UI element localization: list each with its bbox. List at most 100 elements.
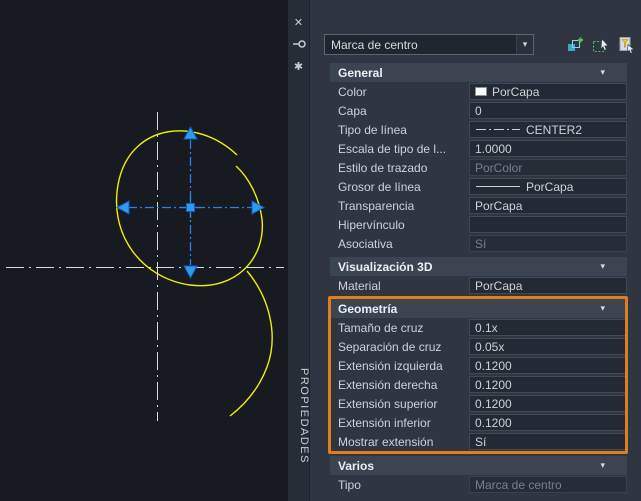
close-icon[interactable]: ✕ bbox=[291, 14, 307, 30]
autocad-window: ✕ ✱ PROPIEDADES Marca de centro ▾ Genera… bbox=[0, 0, 641, 501]
property-value-material[interactable]: PorCapa bbox=[469, 277, 627, 294]
section-title: Varios bbox=[338, 458, 375, 473]
properties-palette: ✕ ✱ PROPIEDADES Marca de centro ▾ Genera… bbox=[288, 0, 641, 501]
property-row-asociativa: Asociativa Sí bbox=[330, 234, 627, 253]
property-row-material: Material PorCapa bbox=[330, 276, 627, 295]
section-geometria: Geometría ▾ Tamaño de cruz 0.1x Separación d… bbox=[330, 299, 627, 451]
property-label: Extensión superior bbox=[338, 396, 438, 411]
property-value-estilo-de-trazado: PorColor bbox=[469, 159, 627, 176]
chevron-down-icon[interactable]: ▾ bbox=[600, 67, 619, 78]
linetype-preview bbox=[476, 129, 520, 130]
property-value-extension-izquierda[interactable]: 0.1200 bbox=[469, 357, 627, 374]
property-value-text: PorCapa bbox=[475, 198, 523, 213]
property-value-text: 0.1200 bbox=[475, 377, 512, 392]
pin-icon bbox=[292, 40, 306, 48]
property-row-transparencia: Transparencia PorCapa bbox=[330, 196, 627, 215]
property-label: Capa bbox=[338, 103, 367, 118]
section-header-geometria[interactable]: Geometría ▾ bbox=[330, 299, 627, 318]
property-value-text: 0.1x bbox=[475, 320, 498, 335]
section-header-varios[interactable]: Varios ▾ bbox=[330, 456, 627, 475]
property-row-capa: Capa 0 bbox=[330, 101, 627, 120]
property-value-mostrar-extension[interactable]: Sí bbox=[469, 433, 627, 450]
property-value-text: 0 bbox=[475, 103, 482, 118]
property-value-extension-inferior[interactable]: 0.1200 bbox=[469, 414, 627, 431]
property-row-estilo-de-trazado: Estilo de trazado PorColor bbox=[330, 158, 627, 177]
property-label: Tamaño de cruz bbox=[338, 320, 424, 335]
property-label: Asociativa bbox=[338, 236, 393, 251]
property-value-text: PorCapa bbox=[492, 84, 540, 99]
toggle-pickadd-button[interactable] bbox=[565, 35, 585, 55]
section-header-visualizacion-3d[interactable]: Visualización 3D ▾ bbox=[330, 257, 627, 276]
property-value-color[interactable]: PorCapa bbox=[469, 83, 627, 100]
property-label: Hipervínculo bbox=[338, 217, 405, 232]
property-row-tipo-de-linea: Tipo de línea CENTER2 bbox=[330, 120, 627, 139]
property-label: Material bbox=[338, 278, 381, 293]
section-header-general[interactable]: General ▾ bbox=[330, 63, 627, 82]
property-row-color: Color PorCapa bbox=[330, 82, 627, 101]
property-value-text: CENTER2 bbox=[526, 122, 583, 137]
property-value-separacion-de-cruz[interactable]: 0.05x bbox=[469, 338, 627, 355]
property-label: Extensión izquierda bbox=[338, 358, 443, 373]
palette-title: PROPIEDADES bbox=[298, 368, 310, 464]
property-row-hipervinculo: Hipervínculo bbox=[330, 215, 627, 234]
property-value-tipo: Marca de centro bbox=[469, 476, 627, 493]
object-type-value: Marca de centro bbox=[331, 37, 418, 52]
property-value-text: PorCapa bbox=[475, 278, 523, 293]
auto-hide-pin-icon[interactable] bbox=[291, 36, 307, 52]
property-value-text: Sí bbox=[475, 434, 487, 449]
chevron-down-icon[interactable]: ▾ bbox=[600, 460, 619, 471]
property-value-text: Sí bbox=[475, 236, 487, 251]
property-value-text: 0.1200 bbox=[475, 415, 512, 430]
drawing-canvas[interactable] bbox=[0, 0, 288, 501]
property-label: Escala de tipo de l... bbox=[338, 141, 447, 156]
property-value-escala-de-tipo-de-l[interactable]: 1.0000 bbox=[469, 140, 627, 157]
quick-select-button[interactable] bbox=[617, 35, 637, 55]
section-varios: Varios ▾ Tipo Marca de centro bbox=[330, 456, 627, 494]
property-value-extension-superior[interactable]: 0.1200 bbox=[469, 395, 627, 412]
property-value-text: Marca de centro bbox=[475, 477, 562, 492]
property-value-transparencia[interactable]: PorCapa bbox=[469, 197, 627, 214]
property-value-tipo-de-linea[interactable]: CENTER2 bbox=[469, 121, 627, 138]
property-label: Extensión derecha bbox=[338, 377, 438, 392]
property-row-grosor-de-linea: Grosor de línea PorCapa bbox=[330, 177, 627, 196]
property-label: Estilo de trazado bbox=[338, 160, 428, 175]
property-value-text: PorColor bbox=[475, 160, 523, 175]
property-row-tamano-de-cruz: Tamaño de cruz 0.1x bbox=[330, 318, 627, 337]
property-row-extension-superior: Extensión superior 0.1200 bbox=[330, 394, 627, 413]
palette-menu-icon[interactable]: ✱ bbox=[291, 58, 307, 74]
property-value-text: 0.1200 bbox=[475, 358, 512, 373]
property-label: Tipo de línea bbox=[338, 122, 407, 137]
select-objects-icon bbox=[593, 37, 609, 52]
property-label: Color bbox=[338, 84, 367, 99]
toggle-pickadd-icon bbox=[568, 37, 583, 51]
property-value-tamano-de-cruz[interactable]: 0.1x bbox=[469, 319, 627, 336]
color-swatch bbox=[475, 87, 487, 96]
lineweight-preview bbox=[476, 186, 520, 187]
palette-topbar: Marca de centro ▾ bbox=[324, 34, 637, 55]
section-general: General ▾ Color PorCapa Capa 0 Tipo de línea CE… bbox=[330, 63, 627, 253]
object-type-dropdown[interactable]: Marca de centro ▾ bbox=[324, 34, 534, 55]
chevron-down-icon[interactable]: ▾ bbox=[600, 261, 619, 272]
property-row-extension-izquierda: Extensión izquierda 0.1200 bbox=[330, 356, 627, 375]
property-value-asociativa: Sí bbox=[469, 235, 627, 252]
quick-select-icon bbox=[619, 36, 635, 54]
property-value-text: PorCapa bbox=[526, 179, 574, 194]
select-objects-button[interactable] bbox=[591, 35, 611, 55]
property-value-hipervinculo[interactable] bbox=[469, 216, 627, 233]
section-title: Geometría bbox=[338, 301, 398, 316]
property-value-capa[interactable]: 0 bbox=[469, 102, 627, 119]
palette-content: Marca de centro ▾ General ▾ Color PorCap… bbox=[310, 0, 641, 501]
property-value-grosor-de-linea[interactable]: PorCapa bbox=[469, 178, 627, 195]
dropdown-chevron-icon[interactable]: ▾ bbox=[516, 35, 533, 54]
property-value-text: 1.0000 bbox=[475, 141, 512, 156]
property-label: Extensión inferior bbox=[338, 415, 431, 430]
property-value-text: 0.05x bbox=[475, 339, 505, 354]
property-row-extension-inferior: Extensión inferior 0.1200 bbox=[330, 413, 627, 432]
grip-center[interactable] bbox=[186, 203, 195, 212]
property-value-extension-derecha[interactable]: 0.1200 bbox=[469, 376, 627, 393]
chevron-down-icon[interactable]: ▾ bbox=[600, 303, 619, 314]
property-row-mostrar-extension: Mostrar extensión Sí bbox=[330, 432, 627, 451]
property-label: Transparencia bbox=[338, 198, 415, 213]
canvas-background bbox=[0, 0, 288, 501]
property-row-separacion-de-cruz: Separación de cruz 0.05x bbox=[330, 337, 627, 356]
